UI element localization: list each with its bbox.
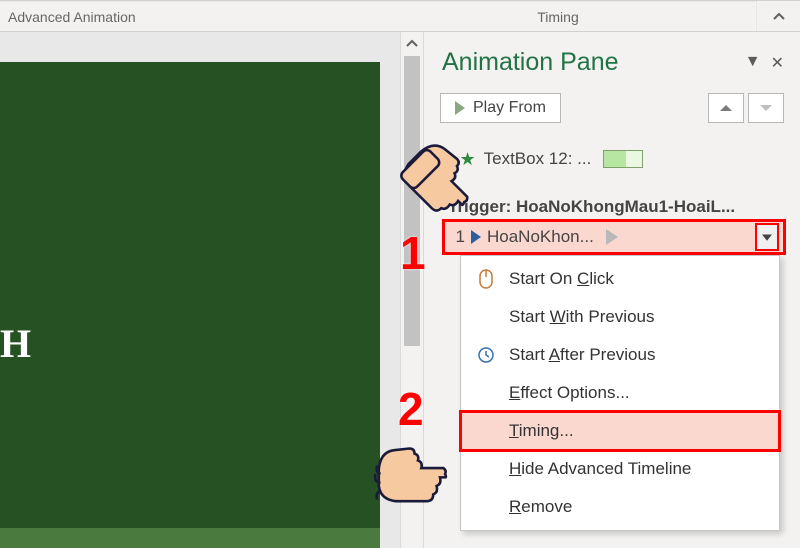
animation-item-index: 1 [449, 227, 465, 247]
slide-title-fragment: H [0, 320, 31, 367]
menu-start-with-previous[interactable]: Start With Previous [461, 298, 779, 336]
animation-item-label: HoaNoKhon... [487, 227, 594, 247]
menu-effect-options[interactable]: Effect Options... [461, 374, 779, 412]
play-from-button[interactable]: Play From [440, 93, 561, 123]
animation-item-index: 1 [442, 149, 451, 169]
slide-footer-band [0, 528, 380, 548]
menu-timing[interactable]: Timing... [461, 412, 779, 450]
menu-start-on-click[interactable]: Start On Click [461, 260, 779, 298]
animation-item-1[interactable]: 1 ★ TextBox 12: ... [442, 145, 786, 173]
triangle-icon [606, 229, 618, 245]
animation-item-selected[interactable]: 1 HoaNoKhon... [442, 219, 786, 255]
animation-context-menu: Start On Click Start With Previous Start… [460, 255, 780, 531]
play-icon [471, 230, 481, 244]
workspace: H Animation Pane ▼ ✕ Play From [0, 32, 800, 548]
star-icon: ★ [459, 149, 475, 170]
pane-options-button[interactable]: ▼ [745, 53, 761, 73]
menu-label: Effect Options... [509, 383, 630, 403]
vertical-scrollbar[interactable] [400, 32, 424, 548]
ribbon-group-labels: Advanced Animation Timing [0, 0, 800, 32]
menu-label: Start After Previous [509, 345, 655, 365]
scroll-up-button[interactable] [401, 32, 423, 56]
animation-item-dropdown-button[interactable] [755, 223, 779, 251]
clock-icon [475, 346, 497, 364]
slide-edit-area[interactable]: H [0, 32, 400, 548]
reorder-up-button[interactable] [708, 93, 744, 123]
animation-item-label: TextBox 12: ... [484, 149, 592, 169]
menu-label: Start On Click [509, 269, 614, 289]
trigger-label: Trigger: HoaNoKhongMau1-HoaiL... [448, 197, 786, 217]
ribbon-group-advanced-animation: Advanced Animation [0, 1, 360, 31]
collapse-ribbon-button[interactable] [756, 1, 800, 31]
pane-close-button[interactable]: ✕ [771, 53, 784, 73]
menu-label: Timing... [509, 421, 574, 441]
timeline-block [603, 150, 643, 168]
mouse-icon [475, 268, 497, 290]
animation-list: 1 ★ TextBox 12: ... Trigger: HoaNoKhongM… [438, 145, 786, 531]
play-from-label: Play From [473, 99, 546, 117]
menu-start-after-previous[interactable]: Start After Previous [461, 336, 779, 374]
animation-pane-title: Animation Pane [442, 48, 619, 77]
menu-label: Start With Previous [509, 307, 655, 327]
play-icon [455, 101, 465, 115]
ribbon-group-timing: Timing [360, 1, 756, 31]
menu-label: Hide Advanced Timeline [509, 459, 691, 479]
slide-canvas[interactable]: H [0, 62, 380, 548]
scroll-thumb[interactable] [404, 56, 420, 346]
animation-pane: Animation Pane ▼ ✕ Play From 1 [424, 32, 800, 548]
menu-hide-advanced-timeline[interactable]: Hide Advanced Timeline [461, 450, 779, 488]
menu-remove[interactable]: Remove [461, 488, 779, 526]
reorder-down-button[interactable] [748, 93, 784, 123]
menu-label: Remove [509, 497, 572, 517]
